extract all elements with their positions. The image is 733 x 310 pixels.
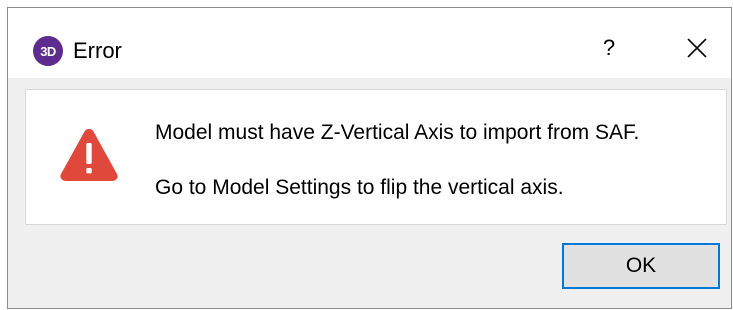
- error-message-secondary: Go to Model Settings to flip the vertica…: [155, 176, 564, 199]
- warning-icon: [60, 129, 118, 181]
- close-button[interactable]: [674, 26, 720, 70]
- app-icon-label: 3D: [40, 43, 56, 59]
- message-panel: Model must have Z-Vertical Axis to impor…: [25, 89, 727, 225]
- error-message-primary: Model must have Z-Vertical Axis to impor…: [155, 121, 640, 144]
- help-button[interactable]: ?: [586, 26, 632, 70]
- close-icon: [687, 38, 707, 58]
- dialog-title: Error: [73, 38, 122, 63]
- ok-button[interactable]: OK: [562, 243, 720, 289]
- app-icon: 3D: [33, 36, 63, 66]
- title-bar[interactable]: 3D Error ?: [8, 8, 731, 78]
- error-dialog: 3D Error ? Model must have Z-Vertical Ax…: [7, 7, 732, 309]
